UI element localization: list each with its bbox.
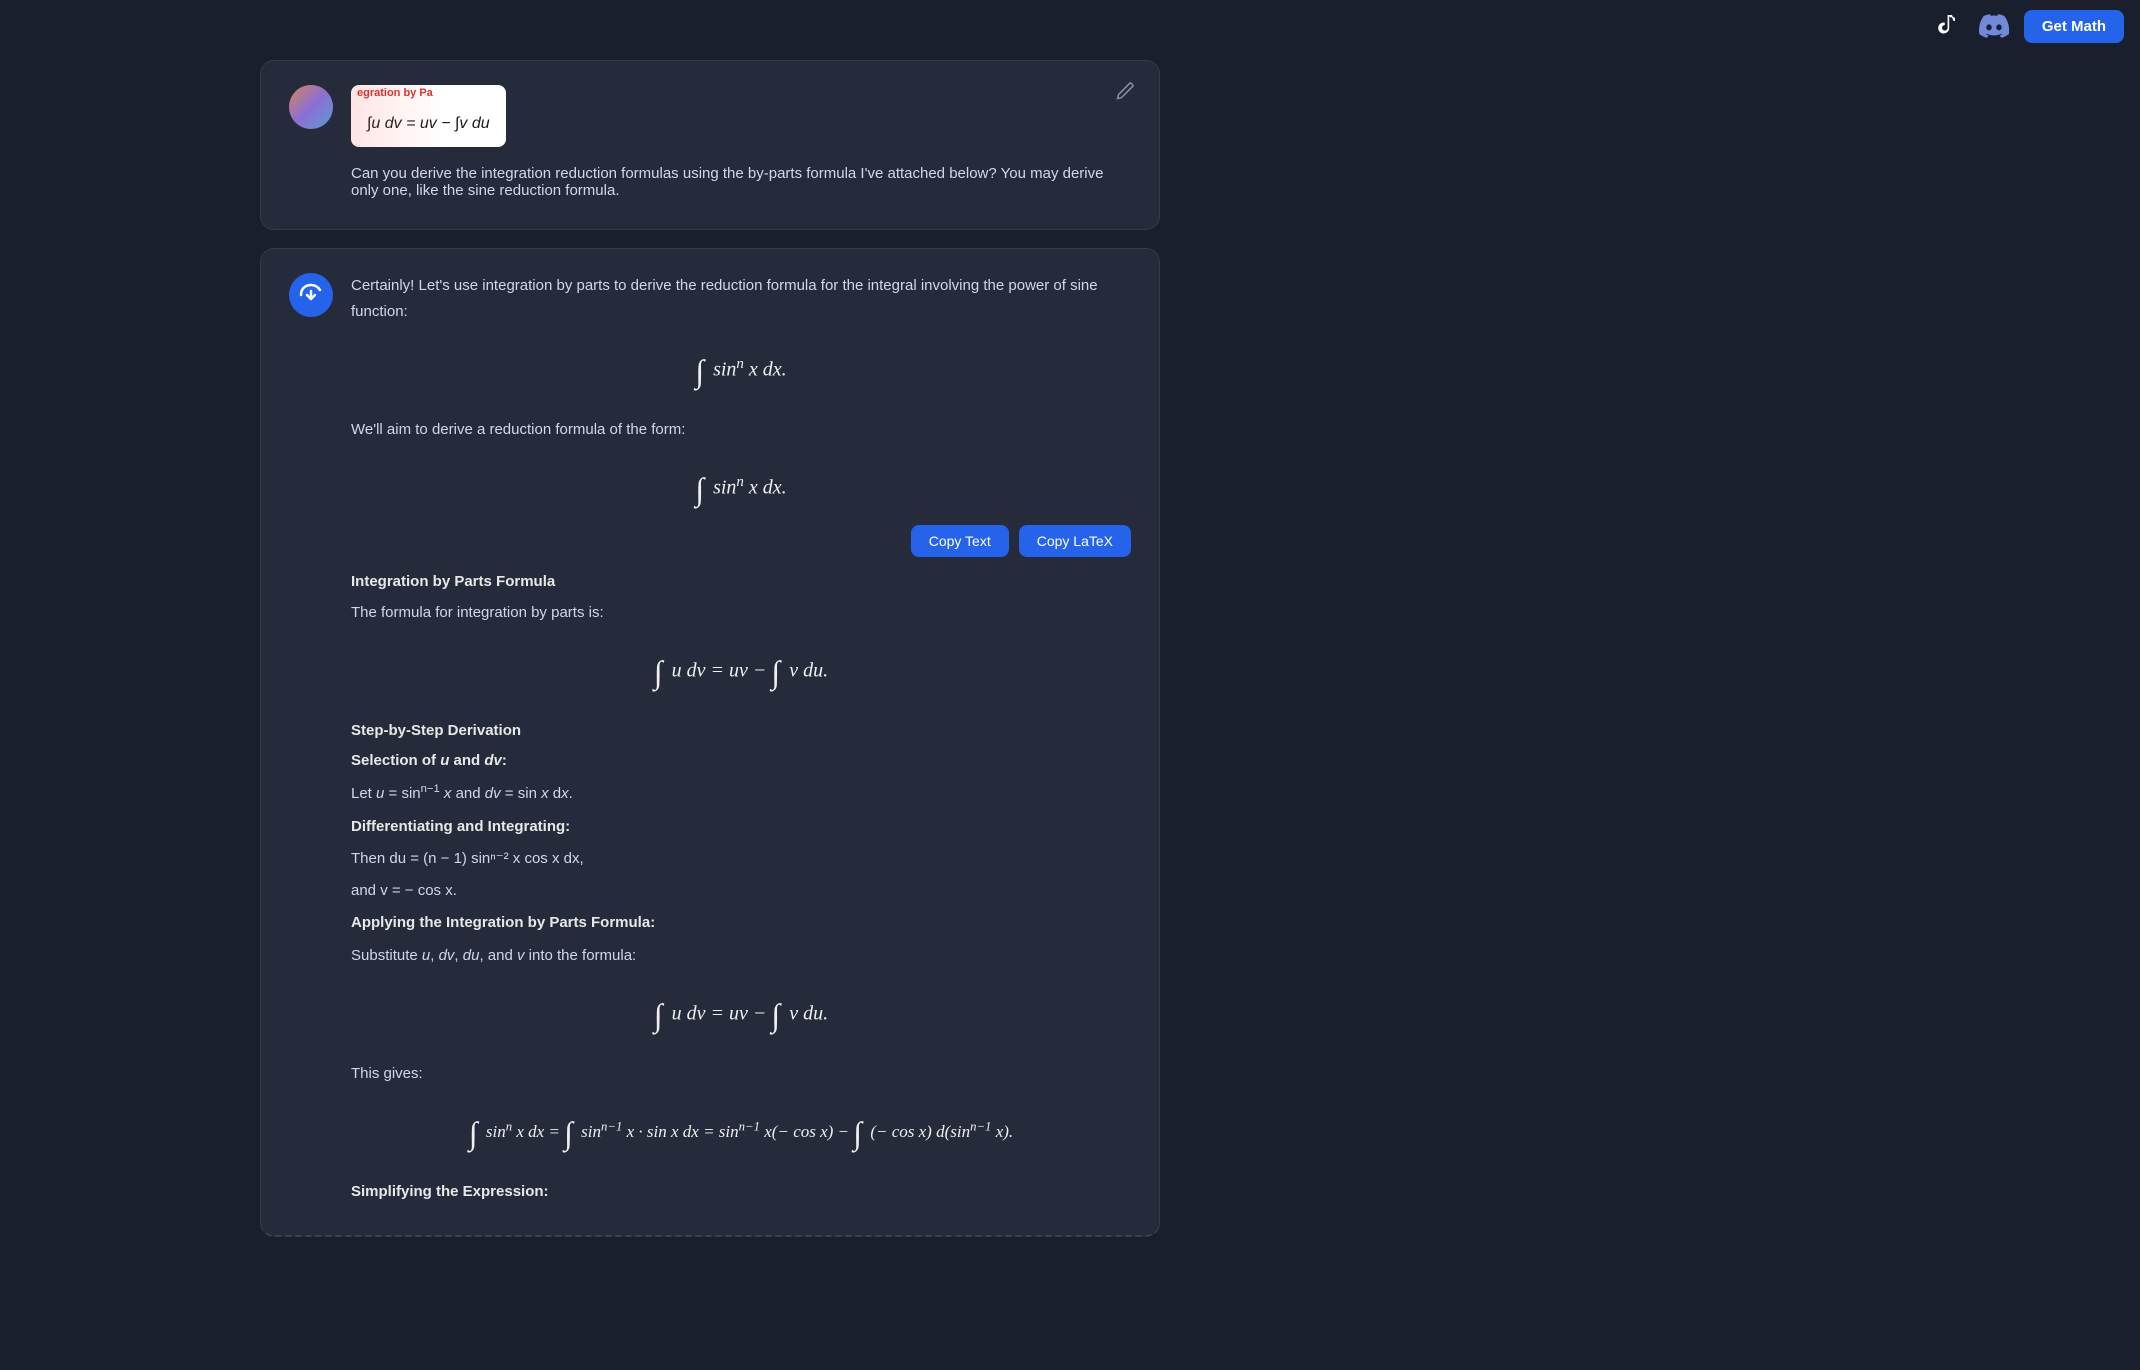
ibp-section-title: Integration by Parts Formula bbox=[351, 569, 1131, 595]
ai-avatar bbox=[289, 273, 333, 317]
formula-aim: ∫ sinn x dx. bbox=[351, 461, 1131, 517]
formula-sin-n: ∫ sinn x dx. bbox=[351, 343, 1131, 399]
applying-bold: Applying the Integration by Parts Formul… bbox=[351, 914, 655, 931]
formula-preview-title: egration by Pa bbox=[357, 87, 433, 99]
formula-applying: ∫ u dv = uv − ∫ v du. bbox=[351, 987, 1131, 1043]
applying-text: Substitute u, dv, du, and v into the for… bbox=[351, 943, 1131, 969]
get-math-button[interactable]: Get Math bbox=[2024, 10, 2124, 43]
tiktok-icon[interactable] bbox=[1928, 8, 1964, 44]
stepbystep-title: Step-by-Step Derivation bbox=[351, 718, 1131, 744]
selection-line: Selection of u and dv: bbox=[351, 748, 1131, 774]
ai-intro: Certainly! Let's use integration by part… bbox=[351, 273, 1131, 326]
formula-aim-container: ∫ sinn x dx. Copy Text Copy LaTeX bbox=[351, 461, 1131, 557]
diff-bold-line: Differentiating and Integrating: bbox=[351, 814, 1131, 840]
ibp-section-text: The formula for integration by parts is: bbox=[351, 600, 1131, 626]
formula-expansion: ∫ sinn x dx = ∫ sinn−1 x · sin x dx = si… bbox=[351, 1105, 1131, 1161]
copy-buttons: Copy Text Copy LaTeX bbox=[351, 525, 1131, 557]
simplify-bold-line: Simplifying the Expression: bbox=[351, 1179, 1131, 1205]
discord-icon[interactable] bbox=[1976, 8, 2012, 44]
edit-icon[interactable] bbox=[1115, 81, 1135, 105]
ai-aim-text: We'll aim to derive a reduction formula … bbox=[351, 417, 1131, 443]
copy-text-button[interactable]: Copy Text bbox=[911, 525, 1009, 557]
user-content: egration by Pa ∫u dv = uv − ∫v du Can yo… bbox=[351, 85, 1131, 205]
topbar: Get Math bbox=[1912, 0, 2140, 52]
user-question-text: Can you derive the integration reduction… bbox=[351, 165, 1131, 199]
diff-text2: and v = − cos x. bbox=[351, 878, 1131, 904]
ai-message-card: Certainly! Let's use integration by part… bbox=[260, 248, 1160, 1238]
user-message-card: egration by Pa ∫u dv = uv − ∫v du Can yo… bbox=[260, 60, 1160, 230]
diff-text1: Then du = (n − 1) sinⁿ⁻² x cos x dx, bbox=[351, 846, 1131, 872]
formula-preview: egration by Pa ∫u dv = uv − ∫v du bbox=[351, 85, 506, 147]
selection-text: Let u = sinn−1 x and dv = sin x dx. bbox=[351, 780, 1131, 807]
formula-ibp: ∫ u dv = uv − ∫ v du. bbox=[351, 644, 1131, 700]
applying-bold-line: Applying the Integration by Parts Formul… bbox=[351, 910, 1131, 936]
diff-bold: Differentiating and Integrating: bbox=[351, 818, 570, 835]
gives-text: This gives: bbox=[351, 1061, 1131, 1087]
ai-message: Certainly! Let's use integration by part… bbox=[289, 273, 1131, 1212]
selection-bold: Selection of u and dv: bbox=[351, 752, 507, 769]
simplify-bold: Simplifying the Expression: bbox=[351, 1183, 549, 1200]
copy-latex-button[interactable]: Copy LaTeX bbox=[1019, 525, 1131, 557]
ai-content: Certainly! Let's use integration by part… bbox=[351, 273, 1131, 1212]
main-content: egration by Pa ∫u dv = uv − ∫v du Can yo… bbox=[260, 0, 1160, 1295]
avatar bbox=[289, 85, 333, 129]
user-message: egration by Pa ∫u dv = uv − ∫v du Can yo… bbox=[289, 85, 1131, 205]
